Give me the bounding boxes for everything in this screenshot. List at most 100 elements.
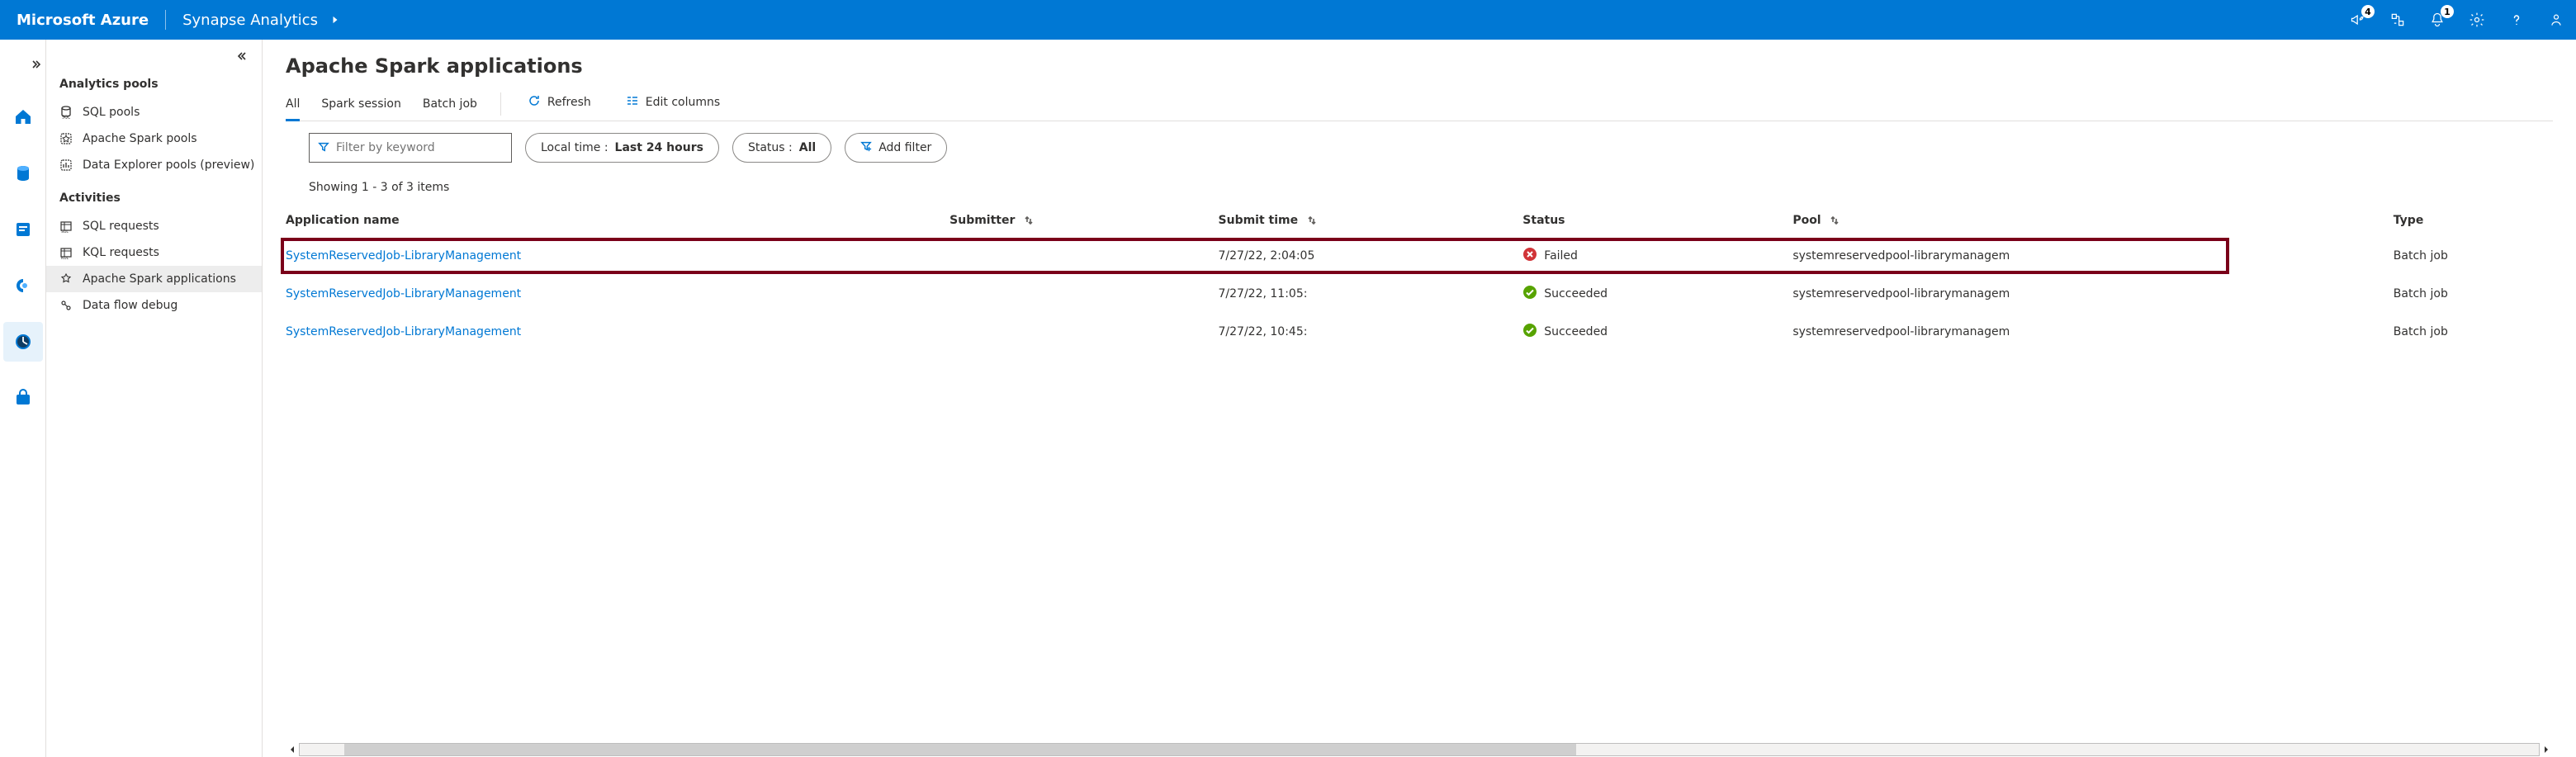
sidebar-item-kql-requests[interactable]: KQL KQL requests	[46, 239, 262, 266]
edit-columns-label: Edit columns	[646, 96, 720, 109]
rail-collapse-button[interactable]	[0, 48, 46, 81]
table-wrap[interactable]: Application name Submitter Submit time S…	[263, 204, 2576, 742]
integrate-icon[interactable]	[3, 266, 43, 305]
service-name[interactable]: Synapse Analytics	[166, 12, 326, 29]
home-icon[interactable]	[3, 97, 43, 137]
pill-value: All	[799, 141, 816, 154]
cell-submitter	[938, 237, 1206, 275]
application-link[interactable]: SystemReservedJob-LibraryManagement	[286, 325, 521, 338]
status-icon	[1522, 285, 1537, 303]
settings-button[interactable]	[2457, 0, 2497, 40]
cell-submitter	[938, 275, 1206, 313]
cell-status: Succeeded	[1511, 313, 1781, 351]
col-application-name[interactable]: Application name	[263, 204, 938, 237]
content-head: Apache Spark applications All Spark sess…	[263, 40, 2576, 204]
sidebar-item-sql-requests[interactable]: SQL SQL requests	[46, 213, 262, 239]
sidebar-item-label: Apache Spark pools	[83, 132, 197, 145]
top-bar-left: Microsoft Azure Synapse Analytics	[0, 0, 344, 40]
tab-all[interactable]: All	[286, 89, 300, 121]
megaphone-badge: 4	[2361, 5, 2375, 18]
side-section-activities: Activities	[46, 187, 262, 213]
feedback-button[interactable]	[2536, 0, 2576, 40]
notifications-button[interactable]: 1	[2417, 0, 2457, 40]
funnel-plus-icon	[860, 140, 872, 155]
sidebar-item-sql-pools[interactable]: SQL SQL pools	[46, 99, 262, 125]
col-type[interactable]: Type	[2382, 204, 2576, 237]
sidebar-item-data-explorer-pools[interactable]: Data Explorer pools (preview)	[46, 152, 262, 178]
sidebar-item-label: KQL requests	[83, 246, 159, 259]
filter-input[interactable]	[336, 141, 503, 154]
sort-icon	[1830, 215, 1840, 225]
megaphone-button[interactable]: 4	[2338, 0, 2378, 40]
scroll-track[interactable]	[299, 743, 2540, 756]
col-pool[interactable]: Pool	[1781, 204, 2381, 237]
pill-label: Add filter	[878, 141, 931, 154]
refresh-label: Refresh	[547, 96, 591, 109]
edit-columns-button[interactable]: Edit columns	[623, 88, 723, 121]
sidebar-item-label: SQL pools	[83, 106, 140, 119]
application-link[interactable]: SystemReservedJob-LibraryManagement	[286, 249, 521, 263]
content: Apache Spark applications All Spark sess…	[263, 40, 2576, 757]
col-submitter[interactable]: Submitter	[938, 204, 1206, 237]
time-filter-pill[interactable]: Local time : Last 24 hours	[525, 133, 719, 163]
diagnostics-button[interactable]	[2378, 0, 2417, 40]
pill-label: Local time :	[541, 141, 608, 154]
refresh-button[interactable]: Refresh	[524, 88, 594, 121]
sidepanel-collapse-button[interactable]	[46, 40, 262, 73]
toolbar-separator	[500, 92, 501, 116]
cell-status: Succeeded	[1511, 275, 1781, 313]
monitor-icon[interactable]	[3, 322, 43, 362]
funnel-icon	[318, 140, 329, 156]
brand[interactable]: Microsoft Azure	[17, 12, 165, 29]
cell-type: Batch job	[2382, 275, 2576, 313]
tab-batch-job[interactable]: Batch job	[423, 89, 477, 121]
table-row[interactable]: SystemReservedJob-LibraryManagement7/27/…	[263, 275, 2576, 313]
top-bar-right: 4 1	[2338, 0, 2576, 40]
page-title: Apache Spark applications	[286, 54, 2553, 78]
svg-text:KQL: KQL	[61, 256, 69, 259]
table-row[interactable]: SystemReservedJob-LibraryManagement 7/27/…	[263, 313, 2576, 351]
sidebar-item-label: Apache Spark applications	[83, 272, 236, 286]
refresh-icon	[528, 94, 541, 111]
icon-rail	[0, 40, 46, 757]
application-link[interactable]: SystemReservedJob-LibraryManagement	[286, 287, 521, 300]
cell-submitter	[938, 313, 1206, 351]
notifications-badge: 1	[2441, 5, 2454, 18]
sidebar-item-label: Data flow debug	[83, 299, 178, 312]
cell-submit-time: 7/27/22, 2:04:05	[1207, 237, 1512, 275]
status-icon	[1522, 247, 1537, 265]
tab-spark-session[interactable]: Spark session	[321, 89, 401, 121]
cell-status: Failed	[1511, 237, 1781, 275]
breadcrumb-play-icon[interactable]	[326, 0, 344, 40]
help-button[interactable]	[2497, 0, 2536, 40]
top-bar: Microsoft Azure Synapse Analytics 4 1	[0, 0, 2576, 40]
pill-value: Last 24 hours	[615, 141, 703, 154]
sidebar-item-apache-spark-pools[interactable]: Apache Spark pools	[46, 125, 262, 152]
showing-count: Showing 1 - 3 of 3 items	[286, 169, 2553, 204]
tabs: All Spark session Batch job	[286, 89, 477, 121]
horizontal-scrollbar[interactable]	[263, 742, 2576, 757]
sort-icon	[1024, 215, 1034, 225]
develop-icon[interactable]	[3, 210, 43, 249]
col-status[interactable]: Status	[1511, 204, 1781, 237]
scroll-thumb[interactable]	[344, 744, 1576, 755]
pill-label: Status :	[748, 141, 793, 154]
applications-table: Application name Submitter Submit time S…	[263, 204, 2576, 351]
manage-icon[interactable]	[3, 378, 43, 418]
side-panel: Analytics pools SQL SQL pools Apache Spa…	[46, 40, 263, 757]
cell-pool: systemreservedpool-librarymanagem	[1781, 313, 2381, 351]
cell-submit-time: 7/27/22, 10:45:	[1207, 313, 1512, 351]
col-submit-time[interactable]: Submit time	[1207, 204, 1512, 237]
svg-text:SQL: SQL	[62, 116, 70, 120]
add-filter-pill[interactable]: Add filter	[845, 133, 947, 163]
status-filter-pill[interactable]: Status : All	[732, 133, 831, 163]
tab-toolbar: All Spark session Batch job Refresh Edit…	[286, 88, 2553, 121]
scroll-left-icon[interactable]	[286, 743, 299, 756]
scroll-right-icon[interactable]	[2540, 743, 2553, 756]
data-icon[interactable]	[3, 154, 43, 193]
sort-icon	[1307, 215, 1317, 225]
sidebar-item-apache-spark-applications[interactable]: Apache Spark applications	[46, 266, 262, 292]
filter-keyword[interactable]	[309, 133, 512, 163]
table-row[interactable]: SystemReservedJob-LibraryManagement 7/27/…	[263, 237, 2576, 275]
sidebar-item-data-flow-debug[interactable]: Data flow debug	[46, 292, 262, 319]
